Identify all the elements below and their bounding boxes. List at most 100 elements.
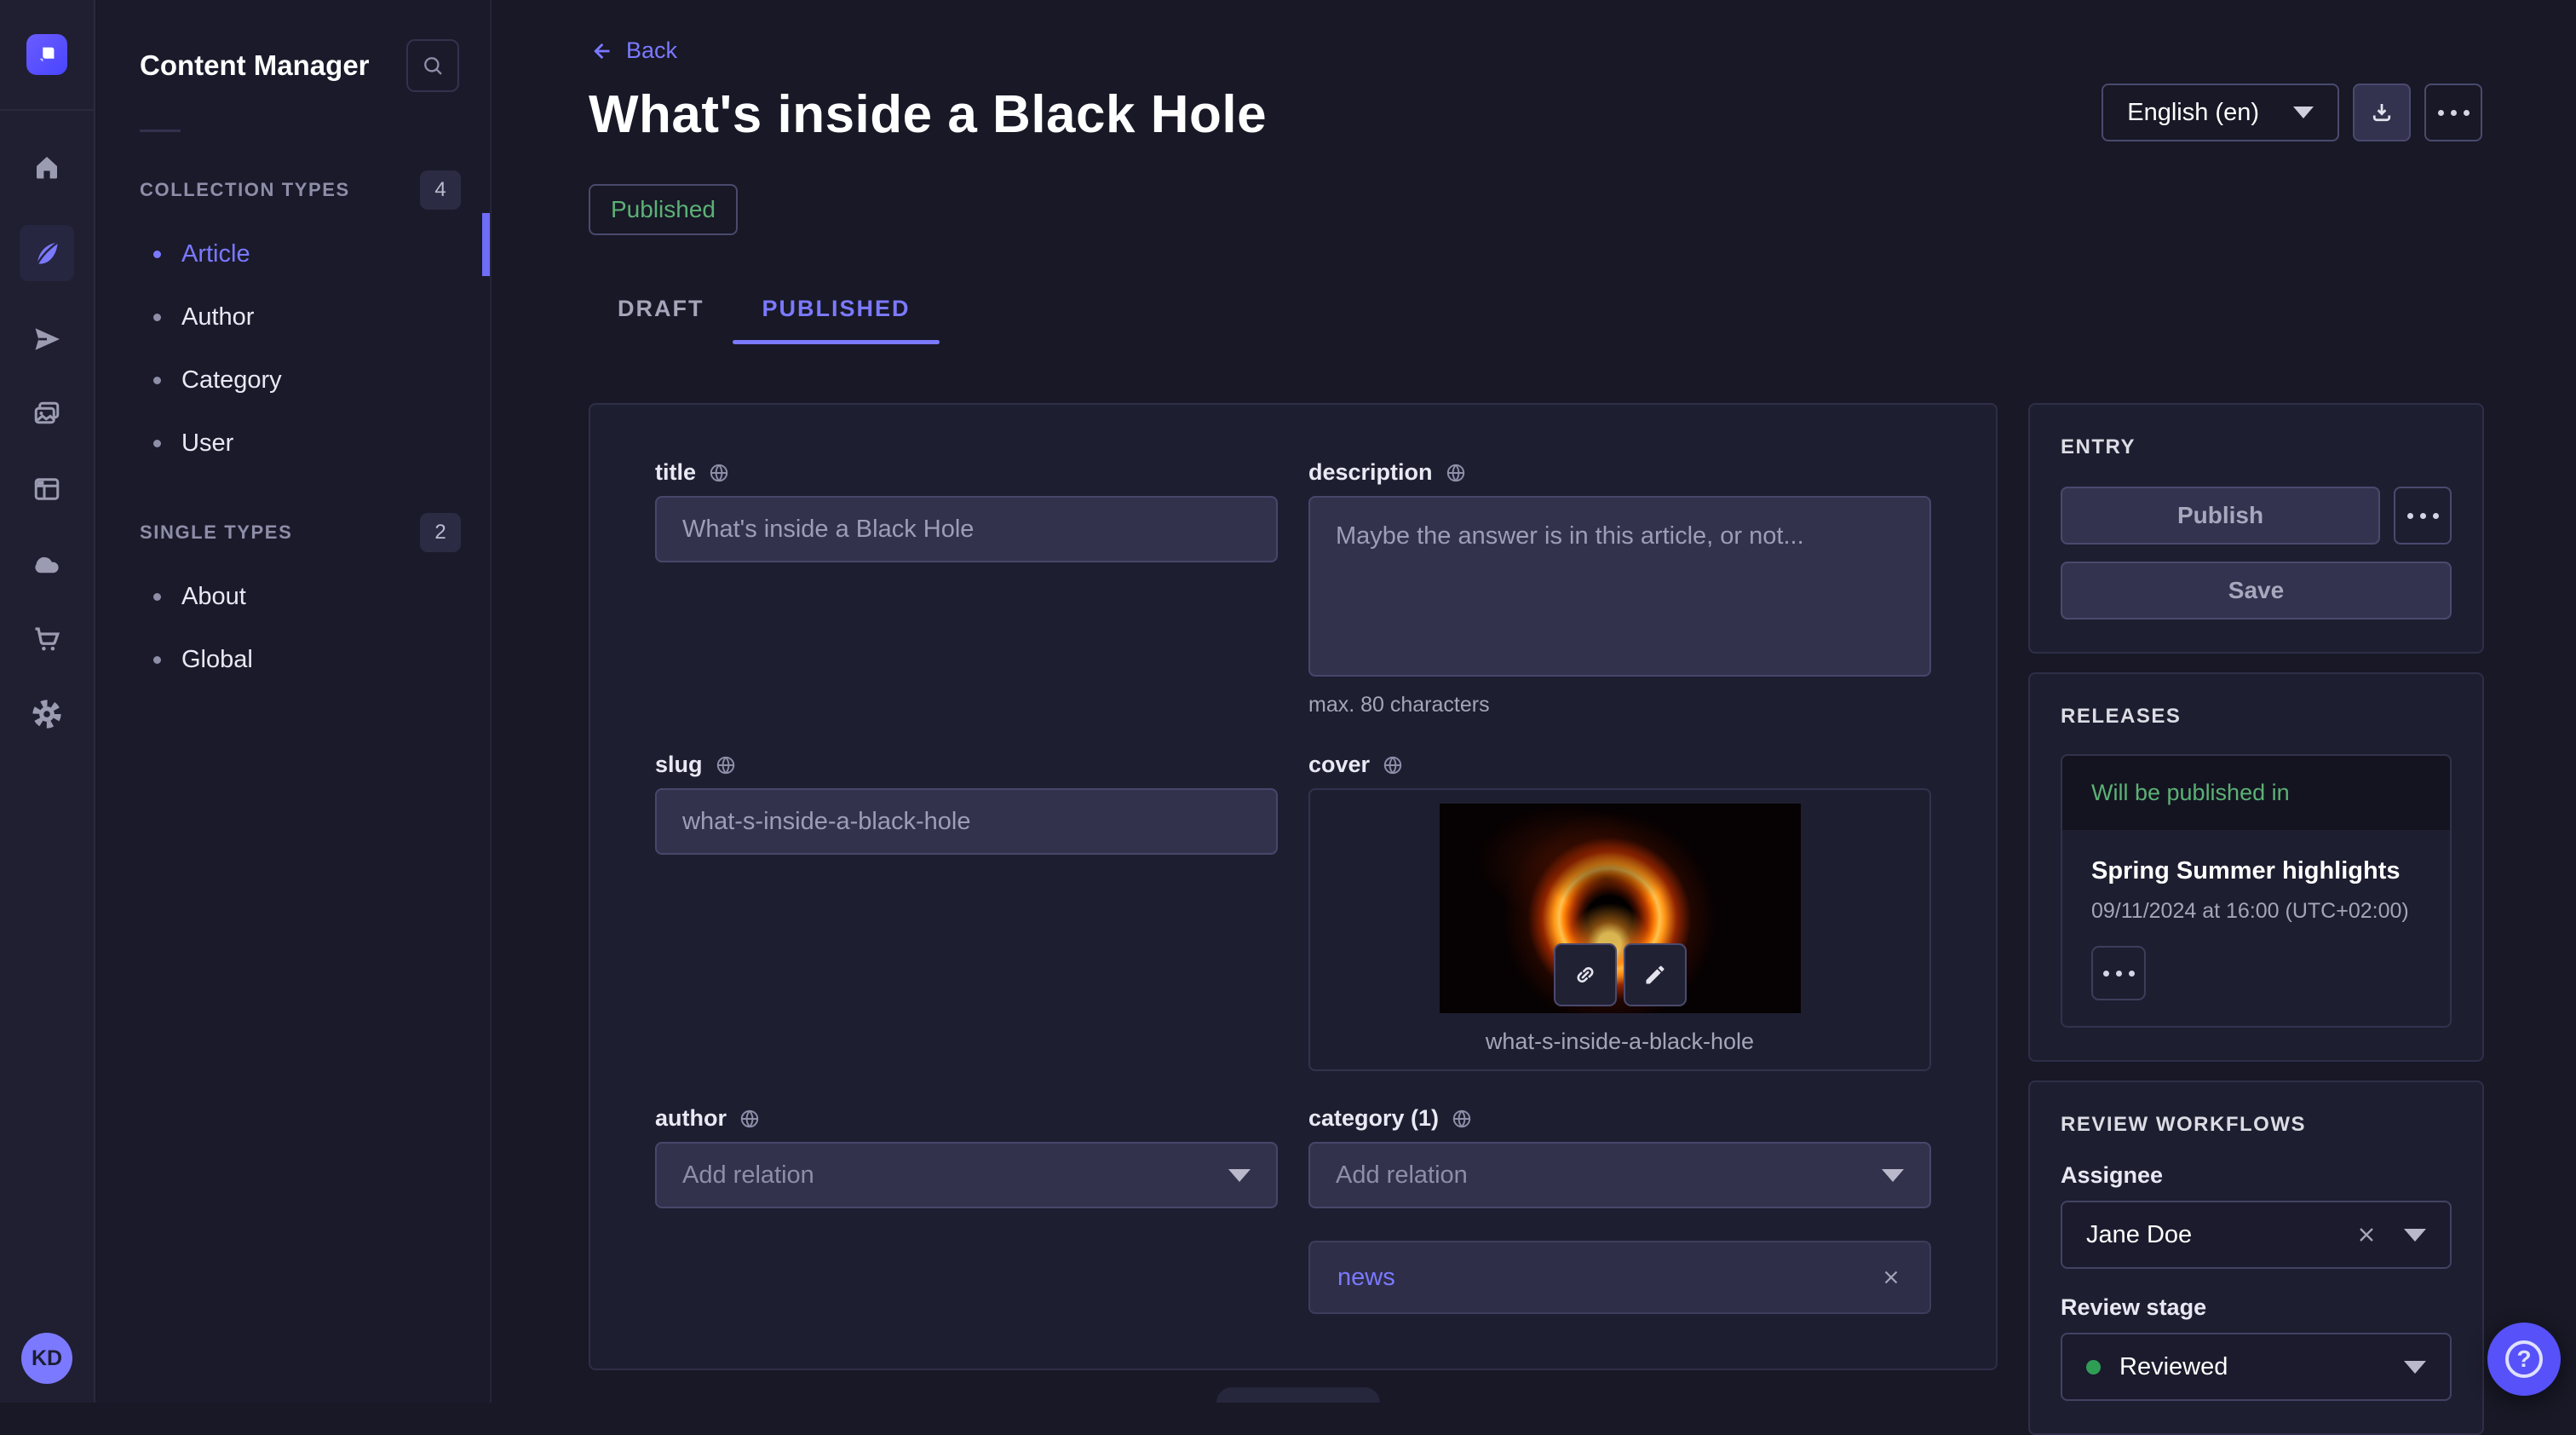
strapi-logo-icon[interactable] [26,34,67,75]
release-status: Will be published in [2062,756,2450,830]
description-label: description [1308,459,1433,486]
publish-button[interactable]: Publish [2061,487,2380,545]
side-panels: ENTRY Publish Save RELEASES Will be publ… [2028,403,2484,1435]
rail-item-deploy[interactable] [20,322,74,356]
category-relation-item: news [1308,1241,1931,1314]
single-types-count-badge: 2 [420,513,461,552]
rail-item-marketplace[interactable] [20,622,74,656]
release-more-button[interactable] [2091,946,2146,1000]
status-badge: Published [589,184,738,235]
strapi-logo-wrap [0,0,94,111]
rail-item-home[interactable] [20,150,74,184]
release-date: 09/11/2024 at 16:00 (UTC+02:00) [2091,899,2421,924]
tab-published[interactable]: PUBLISHED [733,274,939,344]
assignee-combobox[interactable]: Jane Doe [2061,1201,2452,1269]
subnav-scrollbar-thumb[interactable] [482,213,490,276]
remove-relation-button[interactable] [1880,1266,1902,1288]
assignee-label: Assignee [2061,1162,2452,1189]
field-category: category (1) Add relation news [1308,1105,1931,1314]
collection-types-section: COLLECTION TYPES 4 Article Author Catego… [97,166,490,475]
cover-image-black-hole [1440,804,1801,1013]
entry-more-button[interactable] [2394,487,2452,545]
releases-panel: RELEASES Will be published in Spring Sum… [2028,672,2484,1062]
rail-item-content-type-builder[interactable] [20,472,74,506]
entry-panel-title: ENTRY [2061,435,2452,459]
save-button[interactable]: Save [2061,562,2452,620]
bullet-icon [153,440,161,447]
subnav-item-global[interactable]: Global [97,628,490,691]
rail-item-settings[interactable] [20,697,74,731]
content-manager-subnav: Content Manager COLLECTION TYPES 4 Artic… [97,0,492,1403]
bullet-icon [153,656,161,664]
bullet-icon [153,593,161,601]
subnav-item-article[interactable]: Article [97,222,490,285]
back-link[interactable]: Back [589,37,677,64]
author-label: author [655,1105,727,1132]
field-description: description Maybe the answer is in this … [1308,459,1931,718]
chevron-down-icon [1882,1169,1904,1182]
ellipsis-icon [2438,110,2470,116]
title-input[interactable] [655,496,1278,562]
stage-status-dot [2086,1360,2101,1374]
field-author: author Add relation [655,1105,1278,1314]
close-icon [2355,1223,2378,1247]
search-button[interactable] [406,39,459,92]
description-hint: max. 80 characters [1308,693,1931,718]
release-name[interactable]: Spring Summer highlights [2091,857,2421,885]
slug-input[interactable] [655,788,1278,855]
globe-icon [1445,462,1467,484]
gear-icon [31,698,63,730]
export-button[interactable] [2353,84,2411,141]
main-content: Back What's inside a Black Hole Publishe… [493,0,2576,1403]
tab-draft[interactable]: DRAFT [589,274,733,344]
hidden-bottom-button[interactable] [1216,1387,1380,1403]
chevron-down-icon [2404,1361,2426,1374]
user-avatar[interactable]: KD [21,1333,72,1384]
rail-item-cloud[interactable] [20,547,74,581]
author-relation-select[interactable]: Add relation [655,1142,1278,1208]
release-card: Will be published in Spring Summer highl… [2061,754,2452,1028]
subnav-title: Content Manager [140,49,370,82]
pencil-icon [1643,963,1667,987]
rail-item-content-manager[interactable] [20,225,74,281]
question-mark-icon: ? [2505,1340,2543,1378]
entry-form-card: title description Maybe the answer is in… [589,403,1998,1370]
title-label: title [655,459,696,486]
globe-icon [1382,754,1404,776]
edit-media-button[interactable] [1624,943,1687,1006]
review-stage-label: Review stage [2061,1294,2452,1321]
relation-news-link[interactable]: news [1337,1264,1395,1292]
cover-caption: what-s-inside-a-black-hole [1486,1029,1754,1055]
search-icon [421,54,445,78]
single-types-section: SINGLE TYPES 2 About Global [97,509,490,691]
main-navigation-rail: KD [0,0,95,1403]
cart-icon [32,624,62,654]
description-textarea[interactable]: Maybe the answer is in this article, or … [1308,496,1931,677]
bullet-icon [153,314,161,321]
subnav-item-category[interactable]: Category [97,349,490,412]
copy-link-button[interactable] [1554,943,1617,1006]
review-stage-select[interactable]: Reviewed [2061,1333,2452,1401]
globe-icon [715,754,737,776]
cloud-icon [31,548,63,580]
ellipsis-icon [2103,971,2135,977]
category-relation-select[interactable]: Add relation [1308,1142,1931,1208]
review-workflows-panel: REVIEW WORKFLOWS Assignee Jane Doe Revie… [2028,1081,2484,1435]
collection-types-count-badge: 4 [420,170,461,210]
subnav-item-about[interactable]: About [97,565,490,628]
subnav-item-author[interactable]: Author [97,285,490,349]
chevron-down-icon [2404,1229,2426,1242]
locale-select[interactable]: English (en) [2102,84,2339,141]
arrow-left-icon [589,39,612,63]
subnav-item-user[interactable]: User [97,412,490,475]
help-button[interactable]: ? [2487,1323,2561,1396]
chevron-down-icon [2293,107,2314,118]
feather-icon [31,237,63,269]
clear-assignee-button[interactable] [2355,1223,2378,1247]
globe-icon [1451,1108,1473,1130]
ellipsis-icon [2407,513,2439,519]
rail-nav [20,150,74,731]
home-icon [32,152,62,182]
rail-item-media-library[interactable] [20,397,74,431]
more-options-button[interactable] [2424,84,2482,141]
